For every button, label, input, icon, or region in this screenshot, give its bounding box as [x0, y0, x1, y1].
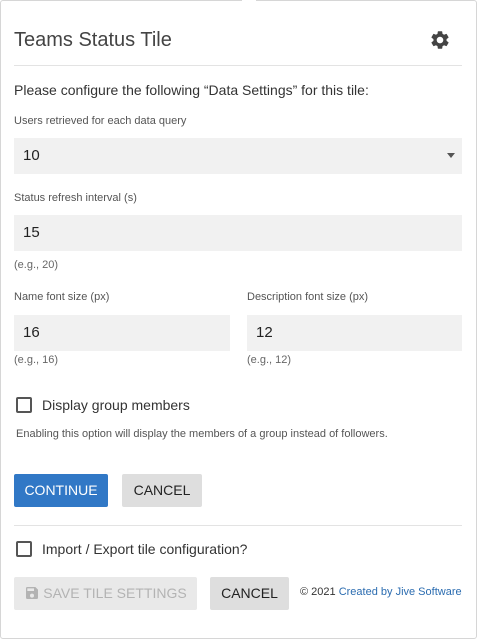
page-title: Teams Status Tile: [14, 29, 172, 51]
footer-credit: © 2021 Created by Jive Software: [300, 586, 462, 598]
description-font-label: Description font size (px): [247, 291, 369, 303]
panel-notch: [242, 0, 256, 3]
section-divider: [14, 525, 462, 526]
group-members-label[interactable]: Display group members: [42, 397, 190, 413]
header-divider: [14, 65, 462, 66]
group-members-checkbox[interactable]: [16, 397, 32, 413]
refresh-interval-input[interactable]: [14, 215, 462, 251]
import-export-checkbox[interactable]: [16, 541, 32, 557]
name-font-input[interactable]: [14, 315, 230, 351]
users-query-label: Users retrieved for each data query: [14, 115, 187, 127]
group-members-note: Enabling this option will display the me…: [16, 428, 388, 440]
intro-text: Please configure the following “Data Set…: [14, 82, 369, 98]
name-font-hint: (e.g., 16): [14, 354, 59, 366]
refresh-interval-label: Status refresh interval (s): [14, 192, 137, 204]
jive-software-link[interactable]: Created by Jive Software: [339, 586, 462, 598]
save-tile-settings-button[interactable]: SAVE TILE SETTINGS: [14, 577, 197, 610]
copyright-text: © 2021: [300, 586, 336, 598]
cancel-button[interactable]: CANCEL: [122, 474, 202, 507]
import-export-label[interactable]: Import / Export tile configuration?: [42, 541, 247, 557]
chevron-down-icon: [447, 153, 455, 158]
floppy-disk-icon: [24, 580, 40, 613]
refresh-interval-hint: (e.g., 20): [14, 259, 59, 271]
footer-cancel-button[interactable]: CANCEL: [210, 577, 289, 610]
description-font-input[interactable]: [247, 315, 462, 351]
continue-button[interactable]: CONTINUE: [14, 474, 108, 507]
description-font-hint: (e.g., 12): [247, 354, 292, 366]
save-tile-settings-label: SAVE TILE SETTINGS: [43, 585, 187, 601]
name-font-label: Name font size (px): [14, 291, 110, 303]
users-query-select[interactable]: 10: [14, 138, 462, 174]
gear-icon[interactable]: [429, 29, 451, 51]
